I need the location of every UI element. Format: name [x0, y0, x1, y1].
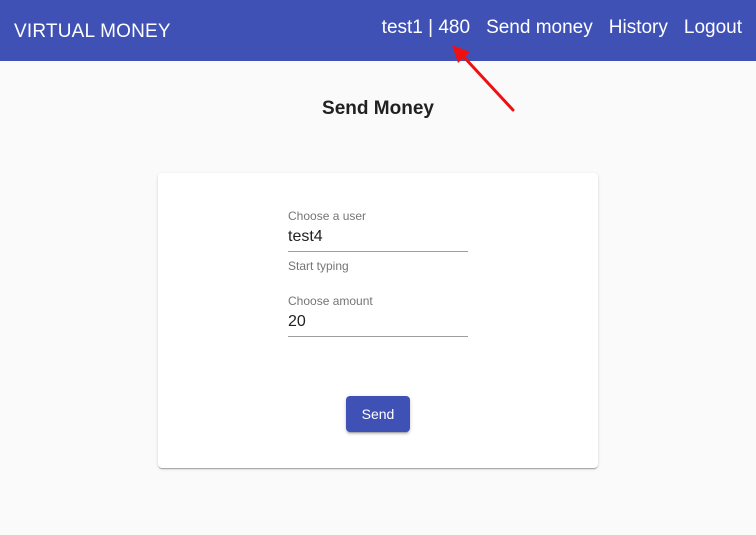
user-field-hint: Start typing [288, 259, 349, 273]
amount-field-label: Choose amount [288, 294, 373, 308]
nav-logout-link[interactable]: Logout [684, 17, 742, 39]
user-field-label: Choose a user [288, 209, 367, 223]
brand-title: VIRTUAL MONEY [14, 21, 171, 42]
nav-send-money-link[interactable]: Send money [486, 17, 593, 39]
send-money-card: Choose a user Start typing Choose amount… [158, 173, 598, 468]
amount-input[interactable] [288, 312, 468, 337]
nav-history-link[interactable]: History [609, 17, 668, 39]
user-balance: test1 | 480 [381, 17, 471, 38]
send-button[interactable]: Send [346, 396, 410, 432]
user-input[interactable] [288, 227, 468, 252]
user-field: Choose a user Start typing [288, 209, 468, 273]
top-nav: test1 | 480 Send money History Logout [382, 17, 742, 39]
page-title: Send Money [322, 98, 434, 119]
app-bar: VIRTUAL MONEY test1 | 480 Send money His… [0, 0, 756, 61]
amount-field: Choose amount [288, 294, 468, 337]
